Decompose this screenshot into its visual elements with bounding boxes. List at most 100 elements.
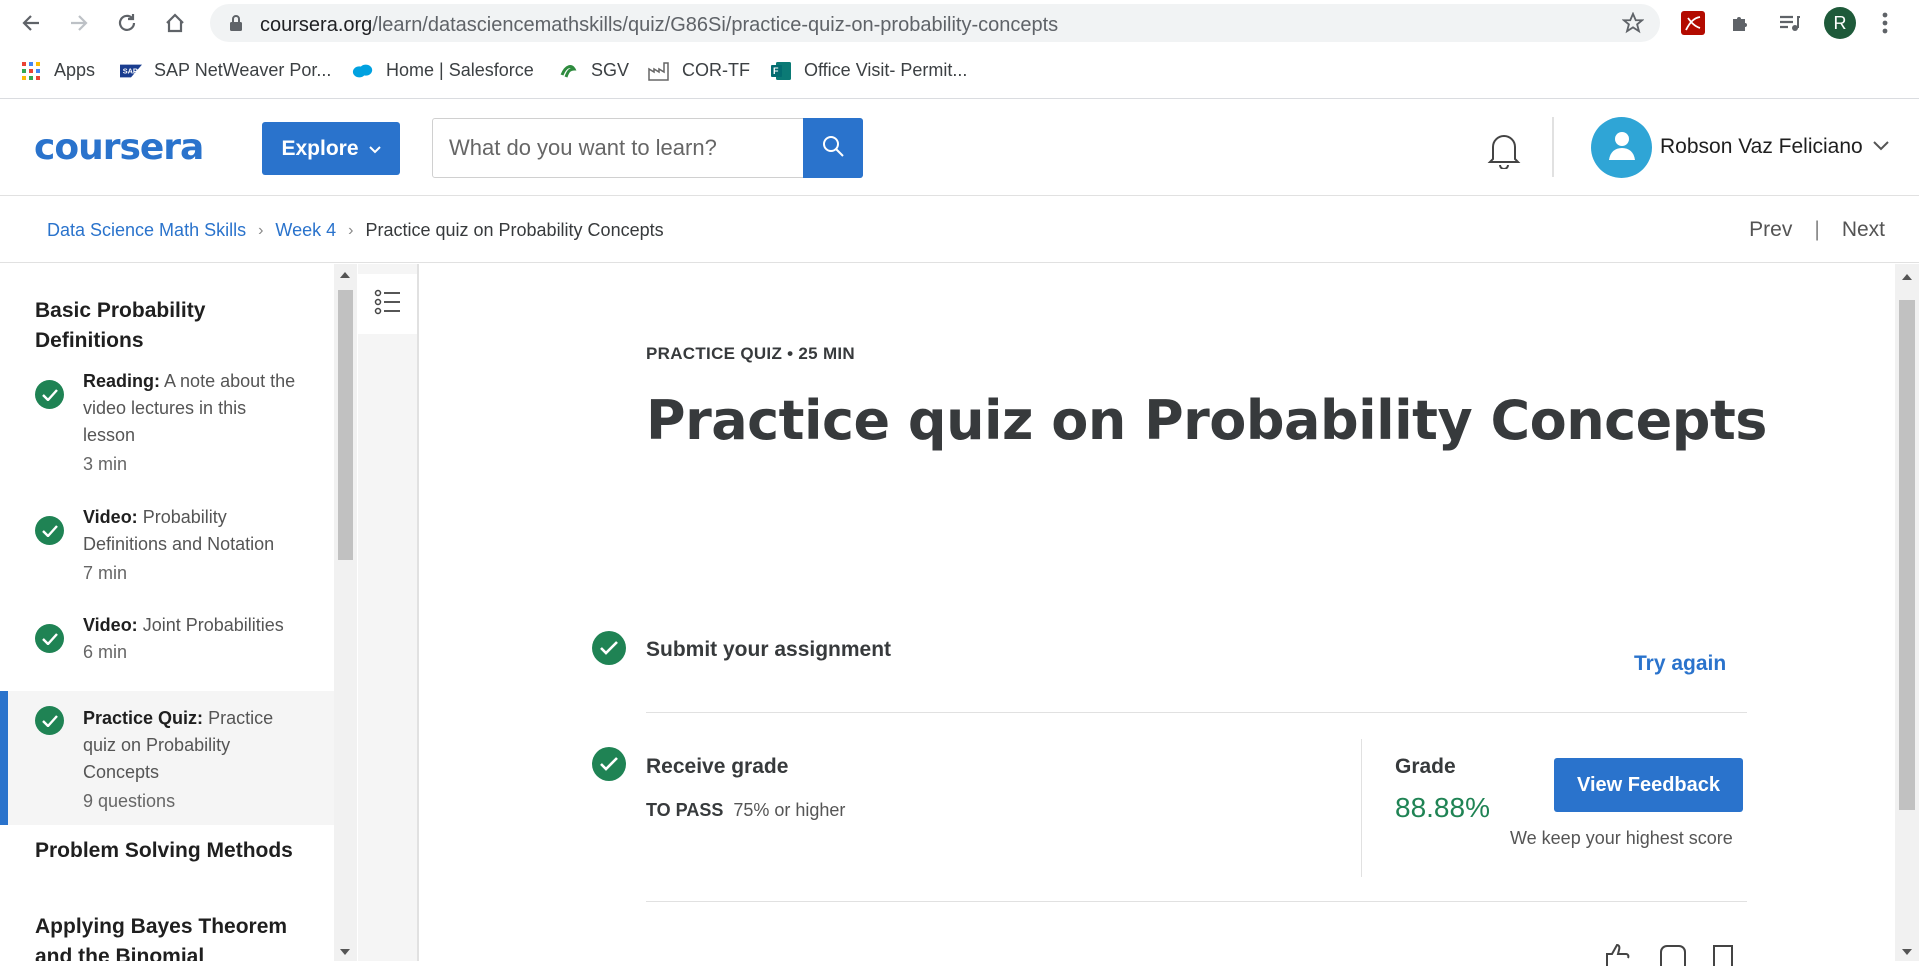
flag-icon[interactable] (1711, 944, 1739, 966)
completed-check-icon (35, 516, 64, 545)
explore-button[interactable]: Explore (262, 122, 400, 175)
user-avatar[interactable] (1591, 117, 1652, 178)
completed-check-icon (592, 631, 626, 665)
bookmark-sgv[interactable]: SGV (557, 60, 629, 81)
bookmark-label: COR-TF (682, 60, 750, 80)
forward-icon[interactable] (66, 10, 92, 36)
item-type: Video: (83, 507, 138, 527)
svg-text:SAP: SAP (123, 66, 138, 75)
outline-item-text: Practice Quiz: Practice quiz on Probabil… (83, 705, 298, 786)
breadcrumb-current: Practice quiz on Probability Concepts (365, 220, 664, 240)
passing-requirement: TO PASS 75% or higher (646, 800, 845, 821)
bookmark-cor-tf[interactable]: COR-TF (648, 60, 750, 81)
chrome-menu-icon[interactable] (1870, 8, 1900, 38)
list-outline-icon (374, 288, 402, 321)
scroll-down-arrow-icon[interactable] (1902, 949, 1912, 955)
outline-item-text: Video: Probability Definitions and Notat… (83, 504, 298, 558)
extensions-puzzle-icon[interactable] (1726, 8, 1756, 38)
bookmark-sap[interactable]: SAP SAP NetWeaver Por... (120, 60, 331, 81)
breadcrumb-bar: Data Science Math Skills › Week 4 › Prac… (0, 197, 1919, 263)
course-outline-sidebar: Basic Probability Definitions Reading: A… (0, 264, 334, 961)
header-divider (1552, 117, 1554, 177)
bookmark-label: Home | Salesforce (386, 60, 534, 80)
completed-check-icon (35, 380, 64, 409)
bookmarks-bar: Apps SAP SAP NetWeaver Por... Home | Sal… (0, 50, 1919, 90)
lock-icon[interactable] (228, 14, 244, 37)
prev-link[interactable]: Prev (1749, 218, 1792, 242)
toc-toggle-button[interactable] (358, 274, 417, 334)
main-scrollbar[interactable] (1895, 264, 1919, 961)
coursera-logo[interactable]: coursera (34, 127, 204, 168)
item-type: Reading: (83, 371, 161, 391)
site-header: coursera Explore Robson Vaz Feliciano (0, 99, 1919, 196)
scrollbar-thumb[interactable] (338, 290, 353, 560)
user-name[interactable]: Robson Vaz Feliciano (1660, 135, 1863, 159)
receive-grade-title: Receive grade (646, 755, 789, 778)
try-again-link[interactable]: Try again (1634, 652, 1726, 676)
bookmark-apps[interactable]: Apps (20, 60, 95, 81)
search-input[interactable] (433, 119, 803, 177)
completed-check-icon (592, 747, 626, 781)
completed-check-icon (35, 706, 64, 735)
browser-toolbar: coursera.org/learn/datasciencemathskills… (0, 0, 1919, 46)
section-basic-probability[interactable]: Basic Probability Definitions (35, 296, 305, 356)
scroll-up-arrow-icon[interactable] (340, 272, 350, 278)
bookmark-label: Apps (54, 60, 96, 80)
chevron-down-icon[interactable] (1872, 139, 1890, 157)
media-queue-icon[interactable] (1774, 8, 1804, 38)
bookmark-star-icon[interactable] (1621, 11, 1645, 39)
thumbs-up-icon[interactable] (1603, 943, 1631, 966)
submit-assignment-title: Submit your assignment (646, 638, 892, 661)
bookmark-salesforce[interactable]: Home | Salesforce (352, 60, 534, 81)
item-type: Practice Quiz: (83, 708, 204, 728)
search-icon (821, 134, 845, 163)
bookmark-label: Office Visit- Permit... (804, 60, 968, 80)
scroll-up-arrow-icon[interactable] (1902, 274, 1912, 280)
url-text[interactable]: coursera.org/learn/datasciencemathskills… (260, 14, 1058, 37)
sidebar-scrollbar[interactable] (334, 264, 357, 961)
section-problem-solving[interactable]: Problem Solving Methods (35, 836, 305, 866)
scroll-down-arrow-icon[interactable] (340, 949, 350, 955)
pdf-extension-icon[interactable] (1678, 8, 1708, 38)
section-bayes-binomial[interactable]: Applying Bayes Theorem and the Binomial (35, 912, 305, 961)
main-content: PRACTICE QUIZ • 25 MIN Practice quiz on … (421, 264, 1895, 966)
outline-item-video-joint[interactable]: Video: Joint Probabilities 6 min (0, 612, 334, 672)
divider (646, 712, 1747, 713)
item-duration: 7 min (83, 563, 128, 583)
profile-avatar[interactable]: R (1824, 7, 1856, 39)
reload-icon[interactable] (114, 10, 140, 36)
scrollbar-thumb[interactable] (1899, 300, 1915, 810)
explore-label: Explore (281, 136, 359, 160)
apps-grid-icon (20, 61, 42, 81)
active-indicator (0, 691, 8, 825)
back-icon[interactable] (18, 10, 44, 36)
svg-text:F: F (773, 66, 779, 76)
search-button[interactable] (803, 118, 863, 178)
next-link[interactable]: Next (1842, 218, 1885, 242)
breadcrumb: Data Science Math Skills › Week 4 › Prac… (47, 220, 664, 241)
bookmark-label: SGV (591, 60, 630, 80)
chevron-right-icon: › (258, 221, 264, 239)
grade-label: Grade (1395, 755, 1456, 778)
page-title: Practice quiz on Probability Concepts (646, 389, 1767, 452)
outline-item-video-notation[interactable]: Video: Probability Definitions and Notat… (0, 504, 334, 584)
completed-check-icon (35, 624, 64, 653)
outline-item-text: Reading: A note about the video lectures… (83, 368, 298, 449)
sap-icon: SAP (120, 61, 142, 81)
notification-bell-icon[interactable] (1484, 129, 1524, 171)
breadcrumb-week[interactable]: Week 4 (275, 220, 336, 241)
outline-item-reading[interactable]: Reading: A note about the video lectures… (0, 368, 334, 493)
prev-next-nav: Prev | Next (1749, 218, 1885, 242)
bookmark-label: SAP NetWeaver Por... (154, 60, 332, 80)
breadcrumb-course[interactable]: Data Science Math Skills (47, 220, 246, 241)
outline-item-practice-quiz[interactable]: Practice Quiz: Practice quiz on Probabil… (0, 691, 334, 825)
sgv-icon (557, 61, 579, 81)
view-feedback-button[interactable]: View Feedback (1554, 758, 1743, 812)
user-silhouette-icon (1605, 128, 1639, 167)
bookmark-office-visit[interactable]: F Office Visit- Permit... (770, 60, 967, 81)
home-icon[interactable] (162, 10, 188, 36)
item-duration: 6 min (83, 642, 128, 662)
address-bar[interactable]: coursera.org/learn/datasciencemathskills… (210, 4, 1660, 42)
divider (646, 901, 1747, 902)
comment-icon[interactable] (1659, 944, 1687, 966)
